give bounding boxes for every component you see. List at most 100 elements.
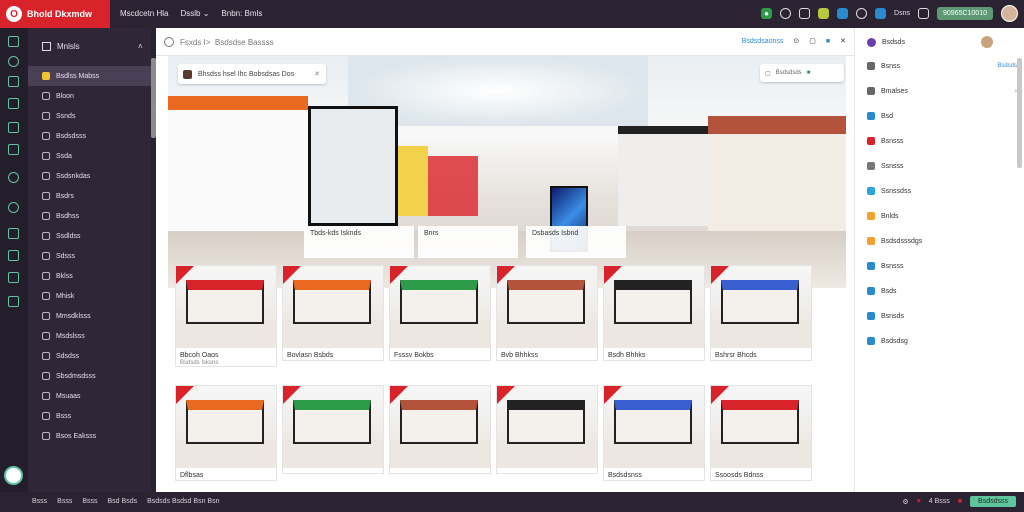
sidebar-item[interactable]: Ssdldss [28, 226, 151, 246]
sidebar-item[interactable]: Mhisk [28, 286, 151, 306]
right-panel-item[interactable]: Bsd [867, 112, 1017, 120]
sidebar-item[interactable]: Bklss [28, 266, 151, 286]
topnav-item[interactable]: Bnbn: Bmls [221, 9, 262, 18]
topnav-item[interactable]: Dsslb ⌄ [180, 9, 209, 18]
avatar[interactable] [981, 36, 993, 48]
right-panel-item-link[interactable]: Bsdsds [997, 63, 1017, 69]
right-panel-item[interactable]: Bsnsss [867, 137, 1017, 145]
hero-pill[interactable]: ▢ Bsdsdsds ■ [760, 64, 844, 82]
right-panel-item[interactable]: Bsnss Bsdsds [867, 62, 1017, 70]
product-card[interactable]: Ssoosds Bdnss [711, 386, 811, 480]
product-card[interactable]: Bvb Bhhkss [497, 266, 597, 360]
right-panel-scrollbar[interactable] [1017, 58, 1022, 168]
product-card[interactable]: Bsdh Bhhks [604, 266, 704, 360]
hero-banner[interactable]: Bhsdss hsel Ihc Bobsdsas Dos ✕ ▢ Bsdsdsd… [168, 56, 846, 288]
product-card[interactable]: Bsdsdsnss [604, 386, 704, 480]
rail-message-icon[interactable] [8, 228, 19, 239]
sidebar-item[interactable]: Bsdlss Mabss [28, 66, 151, 86]
gear-icon[interactable] [918, 8, 929, 19]
bookmark-icon[interactable]: ■ [826, 38, 830, 45]
right-panel-header[interactable]: Bsdsds [867, 38, 905, 47]
hero-label[interactable]: Dsbasds Isbnd [526, 226, 626, 258]
rail-image-icon[interactable] [8, 272, 19, 283]
right-panel-item[interactable]: Ssnssdss [867, 187, 1017, 195]
wallet-button[interactable]: 90965C10010 [937, 7, 993, 20]
globe-icon[interactable] [856, 8, 868, 19]
sidebar-item[interactable]: Bsdhss [28, 206, 151, 226]
status-action-button[interactable]: Bsdsdsss [970, 496, 1016, 507]
rail-box-icon[interactable] [8, 122, 19, 133]
status-item[interactable]: Bsss [32, 498, 47, 505]
sidebar-item[interactable]: Bsdsdsss [28, 126, 151, 146]
rail-list-icon[interactable] [8, 76, 19, 87]
hero-search-box[interactable]: Bhsdss hsel Ihc Bobsdsas Dos ✕ [178, 64, 326, 84]
sidebar-header[interactable]: Mnlsls ˄ [42, 42, 143, 51]
product-card[interactable]: Bovlasn Bsbds [283, 266, 383, 360]
sidebar-item[interactable]: Ssdsnkdas [28, 166, 151, 186]
right-panel-item[interactable]: Bmalses › [867, 87, 1017, 95]
sidebar-item[interactable]: Bsss [28, 406, 151, 426]
sidebar-item[interactable]: Msuaas [28, 386, 151, 406]
product-card[interactable]: Bbcoh Oaos Bsdsds Isksns [176, 266, 276, 366]
chat-icon[interactable] [837, 8, 849, 19]
sidebar-item[interactable]: Sdsdss [28, 346, 151, 366]
right-panel-item[interactable]: Bsds [867, 287, 1017, 295]
rail-grid-icon[interactable] [8, 98, 19, 109]
cart-icon[interactable] [799, 8, 811, 19]
sidebar-item[interactable]: Bloon [28, 86, 151, 106]
product-card[interactable] [497, 386, 597, 473]
right-panel-item[interactable]: Bsnsds [867, 312, 1017, 320]
product-card[interactable] [283, 386, 383, 473]
search-link[interactable]: Bsdsdsaonss [742, 38, 784, 45]
status-count[interactable]: 4 Bsss [929, 498, 950, 505]
search-input[interactable]: Fsxds I> Bsdsdse Bassss [180, 38, 274, 47]
sidebar-item[interactable]: Sdsss [28, 246, 151, 266]
rail-compass-icon[interactable] [8, 56, 19, 67]
heart-icon[interactable]: ♥ [917, 498, 921, 505]
sidebar-item[interactable]: Sbsdmsdsss [28, 366, 151, 386]
flag-icon[interactable]: ■ [958, 498, 962, 505]
product-card[interactable]: Fsssv Bokbs [390, 266, 490, 360]
right-panel-item[interactable]: Bsdsdsssdgs [867, 237, 1017, 245]
sidebar-item[interactable]: Msdslsss [28, 326, 151, 346]
clock-icon[interactable] [780, 8, 792, 19]
lock-icon[interactable]: ▢ [809, 37, 816, 45]
bell-icon[interactable]: ● [761, 8, 773, 19]
close-icon[interactable]: ✕ [840, 37, 846, 45]
close-icon[interactable]: ✕ [314, 70, 320, 78]
status-item[interactable]: Bsdsds Bsdsd Bsn Bsn [147, 498, 219, 505]
hero-label[interactable]: Bnrs [418, 226, 518, 258]
avatar[interactable] [1001, 5, 1018, 22]
rail-chart-icon[interactable] [8, 144, 19, 155]
rail-user-icon[interactable] [8, 172, 19, 183]
product-card[interactable] [390, 386, 490, 473]
settings-icon[interactable]: ⚙ [902, 498, 908, 506]
right-panel-item[interactable]: Bsdsdsg [867, 337, 1017, 345]
star-icon[interactable] [818, 8, 830, 19]
rail-home-icon[interactable] [8, 36, 19, 47]
rail-status-icon[interactable] [4, 466, 23, 485]
right-panel-item[interactable]: Bnlds [867, 212, 1017, 220]
sidebar-item[interactable]: Ssda [28, 146, 151, 166]
rail-tag-icon[interactable] [8, 250, 19, 261]
sidebar-item[interactable]: Bsos Eaksss [28, 426, 151, 446]
right-panel-item[interactable]: Bsnsss [867, 262, 1017, 270]
status-item[interactable]: Bsss [82, 498, 97, 505]
sidebar-item-icon [42, 172, 50, 180]
app-logo[interactable]: O Bhold Dkxmdw [0, 0, 110, 28]
product-card[interactable]: Dflbsas [176, 386, 276, 480]
right-panel-item[interactable]: Ssnsss [867, 162, 1017, 170]
doc-icon[interactable] [875, 8, 887, 19]
status-item[interactable]: Bsd Bsds [108, 498, 138, 505]
status-item[interactable]: Bsss [57, 498, 72, 505]
hero-label[interactable]: Tbds-kds Isknds [304, 226, 414, 258]
sidebar-item[interactable]: Mmsdklsss [28, 306, 151, 326]
product-card[interactable]: Bshrsr Bhcds [711, 266, 811, 360]
rail-search-icon[interactable] [8, 202, 19, 213]
rail-settings-icon[interactable] [8, 296, 19, 307]
topnav-item[interactable]: Mscdcetn Hla [120, 9, 168, 18]
sidebar-item[interactable]: Bsdrs [28, 186, 151, 206]
filter-icon[interactable]: ⊙ [793, 37, 799, 45]
sidebar-item[interactable]: Ssnds [28, 106, 151, 126]
toolbar-label[interactable]: Dsns [894, 10, 910, 17]
